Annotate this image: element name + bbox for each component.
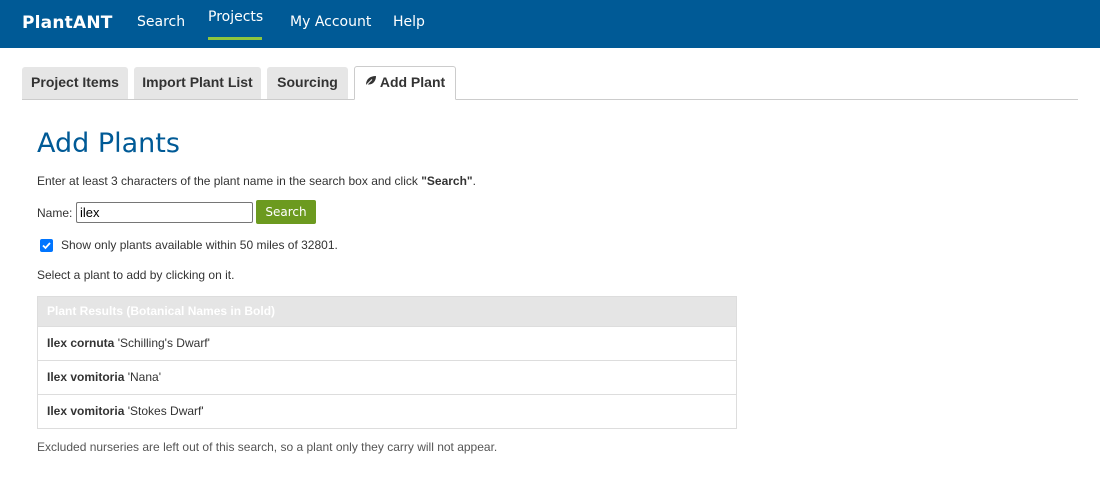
nav-help[interactable]: Help	[393, 14, 425, 30]
instructions-search-emphasis: "Search"	[421, 174, 473, 188]
search-button[interactable]: Search	[256, 200, 316, 224]
page-title: Add Plants	[37, 128, 180, 159]
excluded-nurseries-note: Excluded nurseries are left out of this …	[37, 440, 498, 454]
tab-label: Import Plant List	[142, 74, 253, 90]
name-label: Name:	[37, 206, 73, 220]
botanical-name: Ilex cornuta	[47, 336, 115, 350]
cultivar-name: 'Schilling's Dwarf'	[117, 336, 210, 350]
instructions-text: Enter at least 3 characters of the plant…	[37, 174, 422, 188]
availability-filter: Show only plants available within 50 mil…	[40, 238, 338, 252]
select-hint: Select a plant to add by clicking on it.	[37, 268, 235, 282]
result-row[interactable]: Ilex vomitoria 'Stokes Dwarf'	[38, 395, 736, 428]
nav-projects[interactable]: Projects	[208, 9, 263, 25]
botanical-name: Ilex vomitoria	[47, 404, 125, 418]
tab-import-plant-list[interactable]: Import Plant List	[134, 67, 261, 99]
tab-add-plant[interactable]: Add Plant	[354, 66, 456, 100]
tabs-divider	[22, 99, 1078, 100]
tab-label: Project Items	[31, 74, 119, 90]
search-instructions: Enter at least 3 characters of the plant…	[37, 174, 476, 188]
tab-label: Add Plant	[379, 74, 446, 90]
instructions-end: .	[472, 174, 476, 188]
brand-logo[interactable]: PlantANT	[22, 13, 113, 33]
tab-project-items[interactable]: Project Items	[22, 67, 128, 99]
tab-sourcing[interactable]: Sourcing	[267, 67, 348, 99]
availability-checkbox[interactable]	[40, 238, 53, 252]
availability-label: Show only plants available within 50 mil…	[61, 238, 338, 252]
leaf-icon	[365, 66, 377, 97]
cultivar-name: 'Stokes Dwarf'	[127, 404, 204, 418]
plant-name-input[interactable]	[76, 202, 253, 223]
checkmark-icon	[42, 241, 51, 249]
nav-active-indicator	[208, 37, 262, 40]
cultivar-name: 'Nana'	[127, 370, 161, 384]
botanical-name: Ilex vomitoria	[47, 370, 125, 384]
top-nav-bar: PlantANT Search Projects My Account Help	[0, 0, 1100, 48]
plant-results-table: Plant Results (Botanical Names in Bold) …	[37, 296, 737, 429]
nav-search[interactable]: Search	[137, 14, 185, 30]
tab-label: Sourcing	[277, 74, 338, 90]
nav-my-account[interactable]: My Account	[290, 14, 371, 30]
result-row[interactable]: Ilex cornuta 'Schilling's Dwarf'	[38, 327, 736, 361]
result-row[interactable]: Ilex vomitoria 'Nana'	[38, 361, 736, 395]
results-header: Plant Results (Botanical Names in Bold)	[38, 297, 736, 327]
